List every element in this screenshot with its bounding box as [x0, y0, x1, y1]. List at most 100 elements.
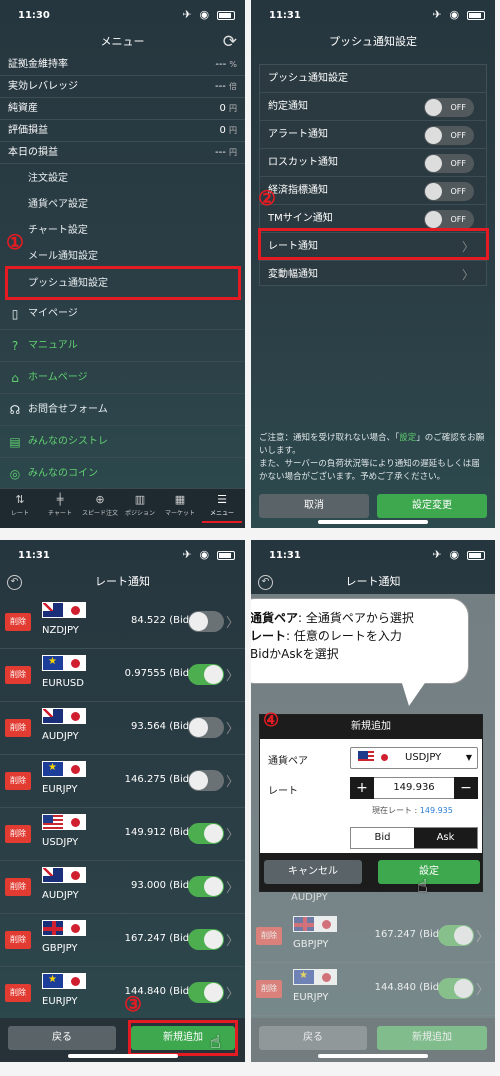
ask-option[interactable]: Ask — [414, 828, 477, 848]
rate-value: 146.275 (Bid) — [124, 774, 193, 785]
menu-systrade[interactable]: ▤ みんなのシストレ — [0, 426, 245, 458]
menu-label: マイページ — [28, 308, 78, 319]
battery-icon — [467, 10, 485, 20]
jp-flag-icon — [64, 867, 86, 883]
alert-toggle[interactable]: OFF — [424, 126, 474, 145]
back-icon[interactable]: ↶ — [258, 575, 273, 590]
economic-toggle[interactable]: OFF — [424, 182, 474, 201]
chevron-right-icon: 〉 — [225, 616, 239, 631]
dialog-title: 新規追加 — [260, 715, 482, 739]
status-time: 11:31 — [269, 10, 301, 21]
table-row: 削除 USDJPY 149.912 (Bid) 〉 — [0, 808, 245, 861]
menu-label: ホームページ — [28, 372, 88, 383]
menu-coin[interactable]: ◎ みんなのコイン — [0, 458, 245, 490]
change-notice-row[interactable]: 変動幅通知 〉 — [260, 261, 486, 289]
callout-term: レート — [251, 629, 287, 643]
tab-menu[interactable]: ☰ メニュー — [202, 493, 242, 523]
stat-value: 0 — [219, 125, 226, 136]
menu-item-chart-settings[interactable]: チャート設定 — [0, 218, 245, 244]
tab-rate[interactable]: ⇅ レート — [0, 493, 40, 517]
notify-switch[interactable] — [188, 664, 224, 685]
rate-stepper: + 149.936 − — [350, 777, 478, 799]
delete-button[interactable]: 削除 — [5, 878, 31, 896]
tab-label: チャート — [48, 510, 72, 517]
menu-item-order-settings[interactable]: 注文設定 — [0, 166, 245, 192]
menu-contact[interactable]: ☊ お問合せフォーム — [0, 394, 245, 426]
delete-button[interactable]: 削除 — [5, 666, 31, 684]
delete-button[interactable]: 削除 — [5, 825, 31, 843]
document-icon: ▯ — [11, 307, 19, 321]
tab-position[interactable]: ▥ ポジション — [120, 493, 160, 517]
delete-button[interactable]: 削除 — [5, 613, 31, 631]
table-row: 削除 AUDJPY 93.564 (Bid) 〉 — [0, 702, 245, 755]
tab-label: マーケット — [164, 510, 195, 517]
stat-label: 証拠金維持率 — [8, 59, 68, 70]
step-2-marker: ② — [258, 186, 276, 210]
notify-switch[interactable] — [188, 611, 224, 632]
dialog-buttons: キャンセル 設定 — [260, 853, 482, 891]
delete-button[interactable]: 削除 — [5, 984, 31, 1002]
cancel-button[interactable]: 取消 — [259, 494, 369, 518]
rate-header: ↶ レート通知 — [0, 570, 245, 594]
tab-chart[interactable]: ╪ チャート — [40, 493, 80, 517]
notify-switch[interactable] — [188, 770, 224, 791]
delete-button[interactable]: 削除 — [5, 719, 31, 737]
change-notice-label: 変動幅通知 — [268, 269, 318, 280]
jp-flag-icon — [375, 750, 393, 764]
dialog-ok-button[interactable]: 設定 — [378, 860, 480, 884]
pair-flags — [42, 708, 88, 728]
menu-manual[interactable]: ? マニュアル — [0, 330, 245, 362]
tab-speed-order[interactable]: ⊕ スピード注文 — [80, 493, 120, 517]
plus-button[interactable]: + — [350, 777, 374, 799]
menu-homepage[interactable]: ⌂ ホームページ — [0, 362, 245, 394]
toggle-state: OFF — [450, 215, 467, 224]
execution-toggle[interactable]: OFF — [424, 98, 474, 117]
jp-flag-icon — [64, 655, 86, 671]
notify-switch[interactable] — [188, 982, 224, 1003]
notify-switch[interactable] — [188, 876, 224, 897]
tab-bar: ⇅ レート ╪ チャート ⊕ スピード注文 ▥ ポジション ▦ マーケット ☰ メニュー — [0, 488, 245, 528]
pair-value: USDJPY — [405, 752, 442, 763]
settings-link[interactable]: 設定 — [399, 433, 416, 443]
notify-switch[interactable] — [188, 717, 224, 738]
menu-item-pair-settings[interactable]: 通貨ペア設定 — [0, 192, 245, 218]
au-flag-icon — [42, 867, 64, 883]
candles-icon: ╪ — [56, 493, 64, 506]
add-rate-dialog-screen: 11:31 ✈ ◉ ↶ レート通知 AUDJPY 削除 GBPJPY 167.2… — [251, 540, 495, 1062]
refresh-icon[interactable]: ⟳ — [223, 32, 237, 52]
bid-option[interactable]: Bid — [351, 828, 414, 848]
chevron-right-icon: 〉 — [461, 268, 474, 282]
toggle-row-economic: 経済指標通知 OFF — [260, 177, 486, 205]
notify-switch[interactable] — [188, 929, 224, 950]
menu-mypage[interactable]: ▯ マイページ — [0, 298, 245, 330]
page-title: プッシュ通知設定 — [329, 35, 417, 48]
notify-switch[interactable] — [188, 823, 224, 844]
tab-market[interactable]: ▦ マーケット — [160, 493, 200, 517]
pair-label: EURUSD — [42, 678, 84, 689]
eu-flag-icon — [42, 655, 64, 671]
status-time: 11:31 — [269, 550, 301, 561]
apply-settings-button[interactable]: 設定変更 — [377, 494, 487, 518]
rate-input[interactable]: 149.936 — [375, 778, 453, 798]
losscut-toggle[interactable]: OFF — [424, 154, 474, 173]
delete-button[interactable]: 削除 — [5, 931, 31, 949]
page-title: レート通知 — [345, 575, 401, 588]
minus-button[interactable]: − — [454, 777, 478, 799]
pair-flags — [42, 814, 88, 834]
stat-leverage: 実効レバレッジ --- 倍 — [0, 76, 245, 98]
back-icon[interactable]: ↶ — [7, 575, 22, 590]
toggle-label: TMサイン通知 — [268, 213, 333, 224]
jp-flag-icon — [64, 708, 86, 724]
dialog-cancel-button[interactable]: キャンセル — [264, 860, 362, 884]
toggle-label: 経済指標通知 — [268, 185, 328, 196]
tm-sign-toggle[interactable]: OFF — [424, 210, 474, 229]
back-button[interactable]: 戻る — [8, 1026, 116, 1050]
pair-label: 通貨ペア — [268, 756, 308, 767]
push-settings-screen: 11:31 ✈ ◉ プッシュ通知設定 プッシュ通知設定 約定通知 OFF アラー… — [251, 0, 495, 528]
newspaper-icon: ▦ — [174, 493, 186, 506]
delete-button[interactable]: 削除 — [5, 772, 31, 790]
callout-term: 通貨ペア — [251, 611, 299, 625]
pair-select[interactable]: USDJPY ▼ — [350, 747, 478, 769]
home-icon: ⌂ — [11, 371, 19, 385]
chevron-right-icon: 〉 — [225, 934, 239, 949]
